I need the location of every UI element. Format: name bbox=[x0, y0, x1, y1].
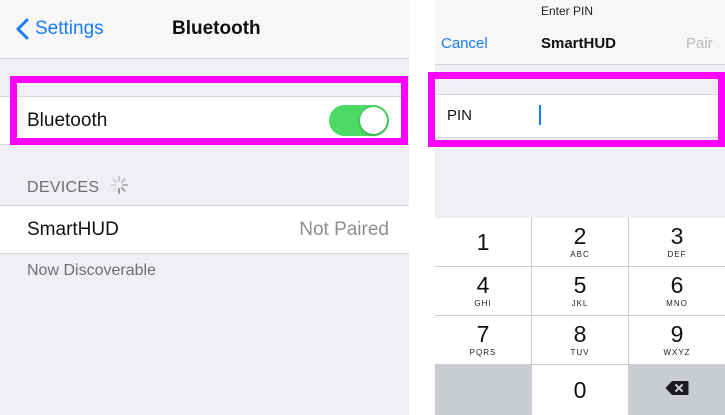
key-letters: PQRS bbox=[469, 348, 497, 357]
bluetooth-toggle[interactable] bbox=[329, 105, 389, 136]
key-letters: DEF bbox=[667, 250, 687, 259]
enter-pin-screen: Enter PIN Cancel SmartHUD Pair PIN 1 2 A… bbox=[435, 0, 725, 415]
key-5[interactable]: 5 JKL bbox=[532, 267, 628, 315]
numeric-keypad: 1 2 ABC 3 DEF 4 GHI 5 JKL 6 MNO 7 PQRS 8 bbox=[435, 218, 725, 415]
pin-row: PIN bbox=[435, 94, 725, 138]
key-number: 0 bbox=[573, 376, 587, 403]
cancel-button[interactable]: Cancel bbox=[441, 35, 488, 52]
pin-prompt: Enter PIN bbox=[541, 4, 594, 18]
key-number: 4 bbox=[476, 272, 490, 298]
pin-dialog-title: SmartHUD bbox=[541, 35, 617, 52]
key-number: 3 bbox=[670, 223, 684, 249]
key-number: 7 bbox=[476, 321, 490, 347]
key-letters: WXYZ bbox=[663, 348, 691, 357]
key-letters: JKL bbox=[571, 299, 589, 308]
pin-label: PIN bbox=[447, 107, 473, 124]
backspace-icon bbox=[665, 380, 689, 401]
devices-header-label: DEVICES bbox=[27, 178, 100, 196]
page-title: Bluetooth bbox=[172, 18, 261, 39]
key-number: 9 bbox=[670, 321, 684, 347]
key-2[interactable]: 2 ABC bbox=[532, 218, 628, 266]
key-number: 1 bbox=[476, 228, 490, 255]
key-number: 5 bbox=[573, 272, 587, 298]
back-button-label: Settings bbox=[35, 18, 104, 39]
navigation-bar: Settings Bluetooth bbox=[0, 0, 409, 59]
key-number: 2 bbox=[573, 223, 587, 249]
key-letters: ABC bbox=[570, 250, 590, 259]
key-1[interactable]: 1 bbox=[435, 218, 531, 266]
back-button[interactable]: Settings bbox=[16, 14, 104, 44]
toggle-knob bbox=[360, 107, 387, 134]
text-cursor bbox=[539, 105, 541, 125]
key-3[interactable]: 3 DEF bbox=[629, 218, 725, 266]
key-7[interactable]: 7 PQRS bbox=[435, 316, 531, 364]
key-blank bbox=[435, 365, 531, 415]
chevron-left-icon bbox=[16, 18, 29, 40]
key-9[interactable]: 9 WXYZ bbox=[629, 316, 725, 364]
key-6[interactable]: 6 MNO bbox=[629, 267, 725, 315]
key-8[interactable]: 8 TUV bbox=[532, 316, 628, 364]
bluetooth-row: Bluetooth bbox=[0, 96, 409, 145]
device-name: SmartHUD bbox=[27, 219, 119, 240]
key-letters: GHI bbox=[474, 299, 492, 308]
key-letters: MNO bbox=[666, 299, 688, 308]
bluetooth-row-label: Bluetooth bbox=[27, 110, 108, 131]
discoverable-text: Now Discoverable bbox=[27, 262, 156, 279]
pair-button[interactable]: Pair bbox=[686, 35, 713, 52]
device-status: Not Paired bbox=[299, 219, 389, 240]
activity-spinner-icon bbox=[109, 175, 129, 200]
delete-key[interactable] bbox=[629, 365, 725, 415]
key-number: 6 bbox=[670, 272, 684, 298]
device-row-smarthud[interactable]: SmartHUD Not Paired bbox=[0, 205, 409, 254]
pin-navigation-bar: Enter PIN Cancel SmartHUD Pair bbox=[435, 0, 725, 65]
pin-input[interactable] bbox=[535, 101, 721, 131]
devices-section-header: DEVICES bbox=[27, 175, 129, 200]
bluetooth-settings-screen: Settings Bluetooth Bluetooth DEVICES Sma… bbox=[0, 0, 409, 415]
key-4[interactable]: 4 GHI bbox=[435, 267, 531, 315]
key-0[interactable]: 0 bbox=[532, 365, 628, 415]
key-number: 8 bbox=[573, 321, 587, 347]
key-letters: TUV bbox=[570, 348, 590, 357]
